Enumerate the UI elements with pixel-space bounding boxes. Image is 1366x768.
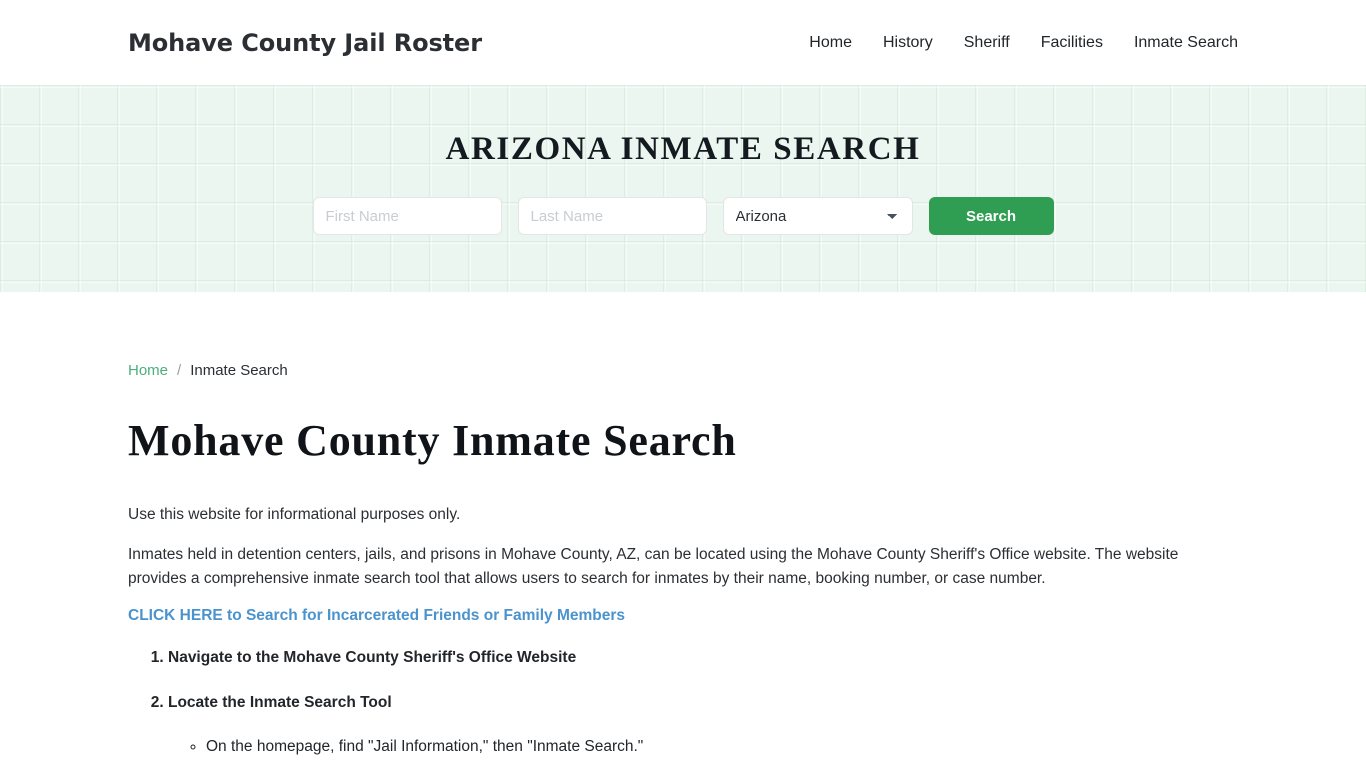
nav-item-inmate-search[interactable]: Inmate Search bbox=[1134, 34, 1238, 52]
site-brand[interactable]: Mohave County Jail Roster bbox=[128, 29, 482, 57]
breadcrumb-current: Inmate Search bbox=[190, 362, 288, 379]
site-header: Mohave County Jail Roster Home History S… bbox=[0, 0, 1366, 85]
step-item-2: Locate the Inmate Search Tool On the hom… bbox=[168, 692, 1238, 758]
substep-item: On the homepage, find "Jail Information,… bbox=[206, 736, 1238, 758]
description-paragraph: Inmates held in detention centers, jails… bbox=[128, 546, 1179, 588]
steps-list: Navigate to the Mohave County Sheriff's … bbox=[128, 647, 1238, 768]
main-content: Home / Inmate Search Mohave County Inmat… bbox=[0, 292, 1366, 768]
step-item-1: Navigate to the Mohave County Sheriff's … bbox=[168, 647, 1238, 669]
intro-paragraph: Use this website for informational purpo… bbox=[128, 506, 461, 524]
page-title: Mohave County Inmate Search bbox=[128, 416, 737, 465]
step-label: Locate the Inmate Search Tool bbox=[168, 694, 392, 712]
search-button[interactable]: Search bbox=[928, 197, 1054, 235]
substeps-list: On the homepage, find "Jail Information,… bbox=[168, 736, 1238, 758]
nav-item-facilities[interactable]: Facilities bbox=[1041, 34, 1103, 52]
last-name-input[interactable] bbox=[517, 197, 707, 235]
breadcrumb-separator: / bbox=[177, 362, 182, 379]
first-name-input[interactable] bbox=[312, 197, 502, 235]
breadcrumb-link-home[interactable]: Home bbox=[128, 362, 168, 379]
hero-title: ARIZONA INMATE SEARCH bbox=[445, 131, 921, 167]
breadcrumb: Home / Inmate Search bbox=[128, 292, 1238, 379]
state-select[interactable]: Arizona bbox=[722, 197, 913, 235]
inmate-search-form: Arizona Search bbox=[312, 197, 1054, 235]
nav-item-history[interactable]: History bbox=[883, 34, 933, 52]
nav-item-sheriff[interactable]: Sheriff bbox=[964, 34, 1010, 52]
cta-search-link[interactable]: CLICK HERE to Search for Incarcerated Fr… bbox=[128, 607, 625, 625]
nav-item-home[interactable]: Home bbox=[809, 34, 852, 52]
main-navigation: Home History Sheriff Facilities Inmate S… bbox=[809, 34, 1238, 52]
hero-search-section: ARIZONA INMATE SEARCH Arizona Search bbox=[0, 85, 1366, 292]
step-label: Navigate to the Mohave County Sheriff's … bbox=[168, 649, 577, 667]
